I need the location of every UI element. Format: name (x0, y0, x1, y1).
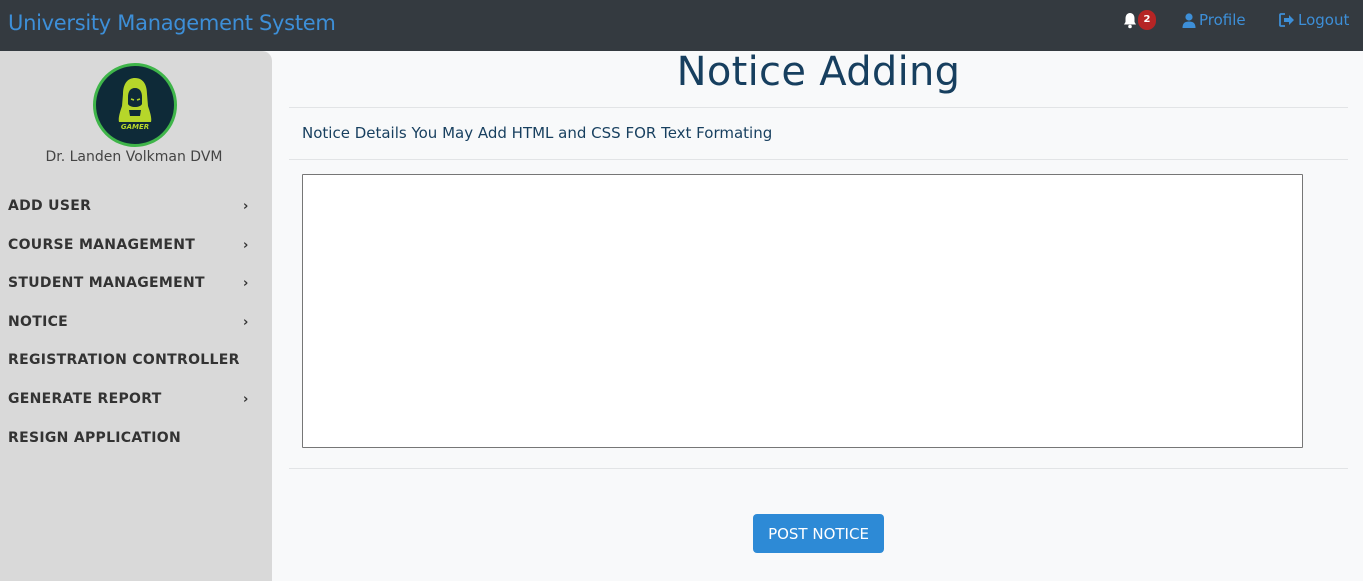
logout-label: Logout (1298, 11, 1350, 29)
profile-link[interactable]: Profile (1182, 11, 1246, 29)
user-name: Dr. Landen Volkman DVM (45, 149, 223, 165)
notification-count-badge: 2 (1138, 10, 1156, 30)
avatar-text: GAMER (121, 123, 149, 131)
divider (289, 107, 1348, 108)
sidebar-menu: ADD USER › COURSE MANAGEMENT › STUDENT M… (0, 191, 272, 461)
divider (289, 468, 1348, 469)
sidebar-item-label: COURSE MANAGEMENT (8, 236, 196, 253)
notice-textarea[interactable] (302, 174, 1303, 448)
sidebar-item-registration-controller[interactable]: REGISTRATION CONTROLLER (0, 345, 272, 384)
sidebar-item-label: STUDENT MANAGEMENT (8, 275, 205, 292)
chevron-right-icon: › (243, 237, 249, 253)
top-navbar: University Management System 2 Profile L… (0, 0, 1363, 51)
chevron-right-icon: › (243, 391, 249, 407)
avatar[interactable]: GAMER (93, 63, 177, 147)
page-title: Notice Adding (676, 49, 961, 95)
sign-out-icon (1279, 13, 1294, 27)
gamer-avatar-icon: GAMER (118, 78, 152, 131)
bell-icon (1124, 13, 1136, 29)
brand-title[interactable]: University Management System (8, 11, 336, 35)
sidebar-item-label: REGISTRATION CONTROLLER (8, 352, 240, 369)
profile-label: Profile (1199, 11, 1246, 29)
user-icon (1182, 12, 1196, 28)
sidebar-item-label: NOTICE (8, 313, 69, 330)
sidebar-item-resign-application[interactable]: RESIGN APPLICATION (0, 423, 272, 462)
sidebar: GAMER Dr. Landen Volkman DVM ADD USER › … (0, 51, 272, 581)
post-notice-button[interactable]: POST NOTICE (753, 514, 884, 553)
sidebar-item-label: RESIGN APPLICATION (8, 429, 182, 446)
sidebar-item-label: ADD USER (8, 198, 92, 214)
divider (289, 159, 1348, 160)
chevron-right-icon: › (243, 199, 249, 214)
sidebar-item-course-management[interactable]: COURSE MANAGEMENT › (0, 230, 272, 269)
logout-link[interactable]: Logout (1279, 11, 1349, 29)
sidebar-item-student-management[interactable]: STUDENT MANAGEMENT › (0, 268, 272, 307)
sidebar-item-label: GENERATE REPORT (8, 390, 162, 407)
sidebar-item-notice[interactable]: NOTICE › (0, 307, 272, 346)
chevron-right-icon: › (243, 314, 249, 330)
sidebar-item-add-user[interactable]: ADD USER › (0, 191, 272, 230)
notice-details-label: Notice Details You May Add HTML and CSS … (302, 124, 773, 142)
sidebar-item-generate-report[interactable]: GENERATE REPORT › (0, 384, 272, 423)
chevron-right-icon: › (243, 276, 249, 292)
notifications-button[interactable]: 2 (1122, 10, 1158, 34)
